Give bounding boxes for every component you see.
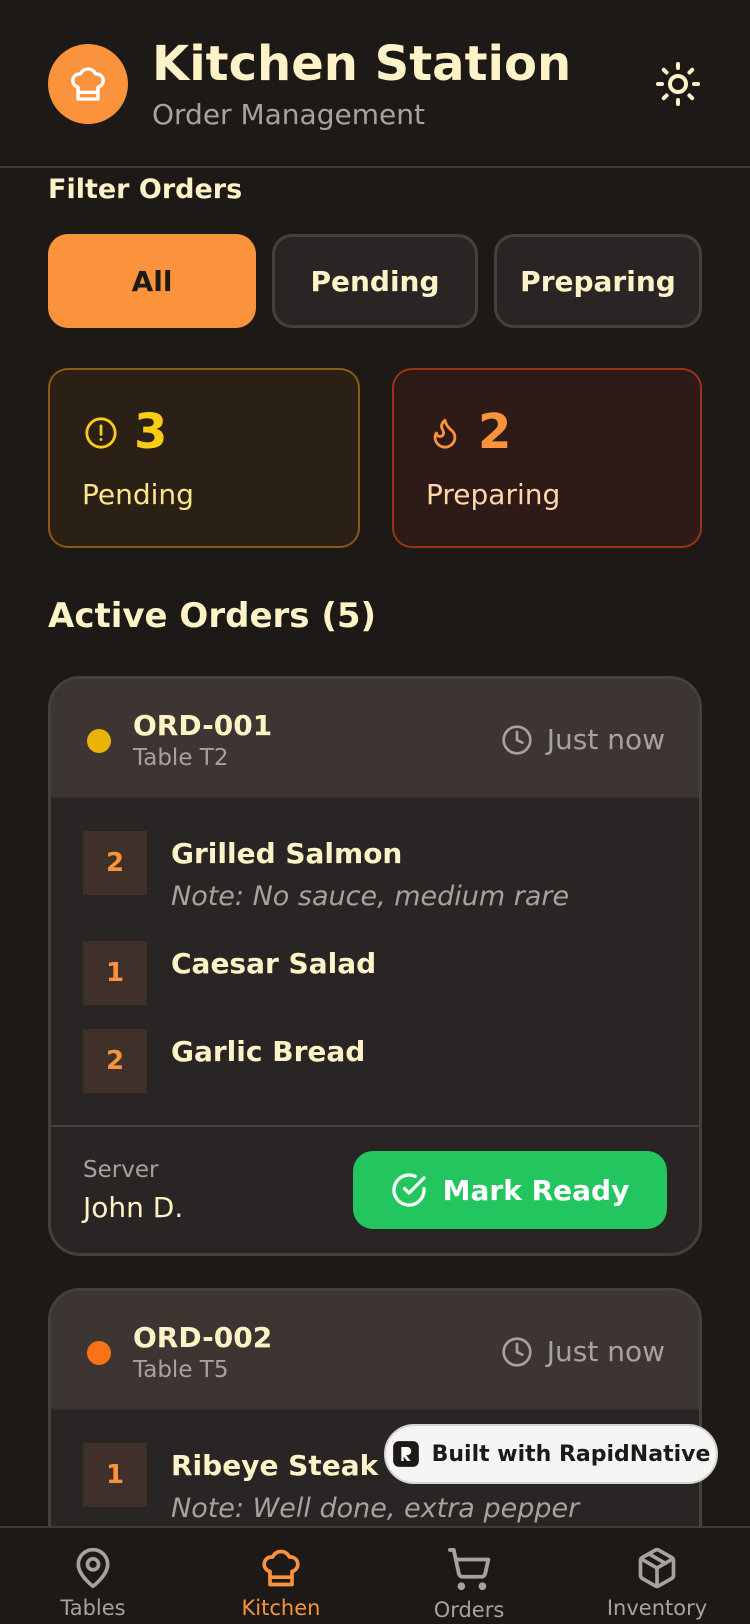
preparing-stat-card: 2 Preparing xyxy=(392,368,702,548)
item-name: Ribeye Steak xyxy=(171,1449,379,1482)
chef-hat-icon xyxy=(71,67,105,101)
order-table: Table T5 xyxy=(133,1357,229,1383)
order-card[interactable]: ORD-001 Table T2 Just now 2 Grilled Salm… xyxy=(48,676,702,1256)
alert-circle-icon xyxy=(85,417,117,449)
server-name: John D. xyxy=(83,1191,184,1224)
map-pin-icon xyxy=(76,1547,110,1589)
pending-stat-card: 3 Pending xyxy=(48,368,360,548)
order-footer: Server John D. Mark Ready xyxy=(51,1125,699,1253)
pending-count: 3 xyxy=(134,404,168,460)
item-name: Garlic Bread xyxy=(171,1035,366,1068)
rapidnative-logo-icon xyxy=(392,1441,419,1467)
item-quantity: 1 xyxy=(83,941,147,1005)
active-orders-title: Active Orders (5) xyxy=(48,596,377,636)
nav-item-orders[interactable]: Orders xyxy=(394,1546,544,1622)
order-time-text: Just now xyxy=(546,723,665,756)
package-icon xyxy=(638,1547,676,1589)
order-id: ORD-001 xyxy=(133,709,273,742)
item-name: Grilled Salmon xyxy=(171,837,403,870)
preparing-count: 2 xyxy=(478,404,512,460)
item-quantity: 2 xyxy=(83,831,147,895)
item-note: Note: Well done, extra pepper xyxy=(171,1493,580,1524)
page-title: Kitchen Station xyxy=(152,36,572,92)
nav-label: Inventory xyxy=(606,1596,708,1620)
check-circle-icon xyxy=(392,1173,426,1207)
order-table: Table T2 xyxy=(133,745,229,771)
item-quantity: 2 xyxy=(83,1029,147,1093)
status-dot xyxy=(87,729,111,753)
order-id: ORD-002 xyxy=(133,1321,273,1354)
server-label: Server xyxy=(83,1157,159,1183)
order-time-text: Just now xyxy=(546,1335,665,1368)
bottom-nav: Tables Kitchen Orders Inventory xyxy=(0,1526,750,1624)
chef-hat-logo xyxy=(48,44,128,124)
pending-label: Pending xyxy=(82,478,194,511)
nav-item-inventory[interactable]: Inventory xyxy=(582,1546,732,1620)
order-header: ORD-001 Table T2 Just now xyxy=(51,679,699,799)
chef-hat-icon xyxy=(262,1549,300,1587)
order-time: Just now xyxy=(501,1335,665,1368)
cart-icon xyxy=(448,1548,491,1591)
built-with-label: Built with RapidNative xyxy=(431,1441,711,1467)
preparing-label: Preparing xyxy=(426,478,561,511)
nav-label: Orders xyxy=(433,1598,505,1622)
filter-preparing-button[interactable]: Preparing xyxy=(494,234,702,328)
mark-ready-label: Mark Ready xyxy=(442,1173,630,1207)
clock-icon xyxy=(502,724,532,755)
flame-icon xyxy=(433,418,457,449)
nav-item-kitchen[interactable]: Kitchen xyxy=(206,1546,356,1620)
filter-all-button[interactable]: All xyxy=(48,234,256,328)
filter-label: Filter Orders xyxy=(48,174,243,205)
filter-pending-button[interactable]: Pending xyxy=(272,234,478,328)
clock-icon xyxy=(502,1336,532,1367)
mark-ready-button[interactable]: Mark Ready xyxy=(353,1151,667,1229)
nav-label: Tables xyxy=(60,1596,126,1620)
nav-item-tables[interactable]: Tables xyxy=(18,1546,168,1620)
built-with-badge[interactable]: Built with RapidNative xyxy=(384,1424,718,1484)
order-header: ORD-002 Table T5 Just now xyxy=(51,1291,699,1411)
item-name: Caesar Salad xyxy=(171,947,377,980)
item-note: Note: No sauce, medium rare xyxy=(171,881,570,912)
item-quantity: 1 xyxy=(83,1443,147,1507)
sun-icon[interactable] xyxy=(654,60,702,108)
order-time: Just now xyxy=(501,723,665,756)
page-subtitle: Order Management xyxy=(152,98,425,131)
app-header: Kitchen Station Order Management xyxy=(0,0,750,168)
status-dot xyxy=(87,1341,111,1365)
nav-label: Kitchen xyxy=(241,1596,321,1620)
